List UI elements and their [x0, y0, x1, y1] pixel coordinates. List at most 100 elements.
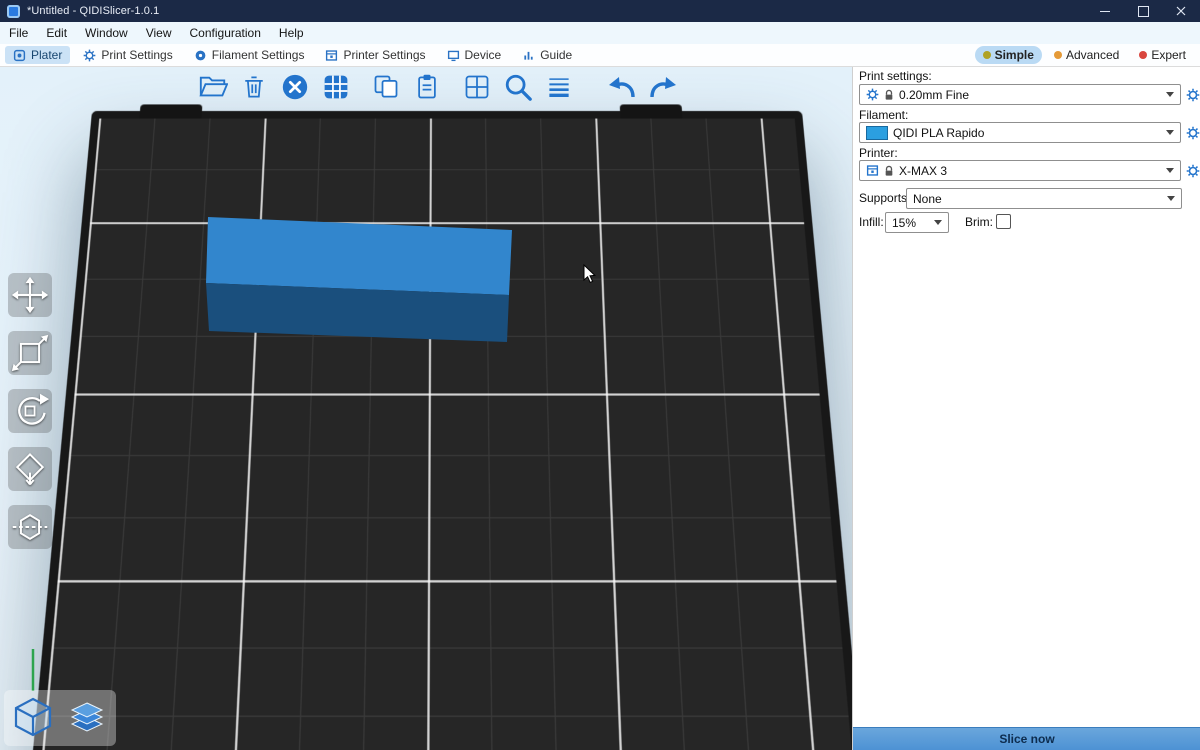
tab-guide[interactable]: Guide: [514, 46, 580, 64]
paste-button[interactable]: [410, 70, 444, 104]
paste-icon: [413, 73, 441, 101]
window-controls: [1086, 0, 1200, 22]
print-settings-label: Print settings:: [859, 69, 932, 83]
print-settings-combo[interactable]: 0.20mm Fine: [859, 84, 1181, 105]
gear-icon: [866, 88, 879, 101]
split-to-objects-button[interactable]: [460, 70, 494, 104]
tab-plater[interactable]: Plater: [5, 46, 70, 64]
folder-open-icon: [198, 72, 228, 102]
printer-value: X-MAX 3: [899, 164, 947, 178]
mode-advanced[interactable]: Advanced: [1046, 46, 1127, 64]
plater-icon: [13, 49, 26, 62]
preview-layers-button[interactable]: [63, 694, 111, 742]
dropdown-arrow-icon: [1166, 92, 1174, 97]
tab-label: Device: [465, 48, 502, 62]
gear-icon: [83, 49, 96, 62]
mode-label: Expert: [1151, 48, 1186, 62]
printer-label: Printer:: [859, 146, 898, 160]
delete-all-button[interactable]: [278, 70, 312, 104]
open-file-button[interactable]: [196, 70, 230, 104]
close-button[interactable]: [1162, 0, 1200, 22]
search-button[interactable]: [501, 70, 535, 104]
tab-printer-settings[interactable]: Printer Settings: [317, 46, 433, 64]
bed-clip: [139, 104, 202, 118]
plater-toolbar: [196, 70, 680, 104]
lock-icon: [884, 89, 894, 101]
dropdown-arrow-icon: [1167, 196, 1175, 201]
copy-button[interactable]: [369, 70, 403, 104]
cube-3d-icon: [10, 695, 56, 741]
menu-configuration[interactable]: Configuration: [181, 22, 270, 44]
search-icon: [503, 72, 533, 102]
simple-mode-dot-icon: [983, 51, 991, 59]
infill-combo[interactable]: 15%: [885, 212, 949, 233]
scale-gizmo-button[interactable]: [8, 331, 52, 375]
viewport-3d[interactable]: [0, 67, 852, 750]
menu-file[interactable]: File: [0, 22, 37, 44]
app-icon: [7, 5, 20, 18]
dropdown-arrow-icon: [934, 220, 942, 225]
gear-icon: [1186, 88, 1200, 102]
delete-button[interactable]: [237, 70, 271, 104]
supports-label: Supports:: [859, 191, 910, 205]
maximize-button[interactable]: [1124, 0, 1162, 22]
rotate-gizmo-button[interactable]: [8, 389, 52, 433]
slice-now-button[interactable]: Slice now: [853, 727, 1200, 750]
editor-view-button[interactable]: [9, 694, 57, 742]
dropdown-arrow-icon: [1166, 130, 1174, 135]
copy-icon: [372, 73, 400, 101]
printer-combo[interactable]: X-MAX 3: [859, 160, 1181, 181]
print-settings-gear-button[interactable]: [1185, 87, 1200, 102]
gear-icon: [1186, 164, 1200, 178]
maximize-icon: [1138, 6, 1149, 17]
variable-layer-height-button[interactable]: [542, 70, 576, 104]
filament-gear-button[interactable]: [1185, 125, 1200, 140]
rotate-icon: [10, 391, 50, 431]
layers-stack-icon: [64, 695, 110, 741]
guide-icon: [522, 49, 535, 62]
infill-value: 15%: [892, 216, 916, 230]
redo-button[interactable]: [646, 70, 680, 104]
close-icon: [1176, 6, 1186, 16]
menu-edit[interactable]: Edit: [37, 22, 76, 44]
cut-gizmo-button[interactable]: [8, 505, 52, 549]
undo-button[interactable]: [605, 70, 639, 104]
advanced-mode-dot-icon: [1054, 51, 1062, 59]
menu-view[interactable]: View: [137, 22, 181, 44]
filament-combo[interactable]: QIDI PLA Rapido: [859, 122, 1181, 143]
arrange-button[interactable]: [319, 70, 353, 104]
printer-gear-button[interactable]: [1185, 163, 1200, 178]
tab-print-settings[interactable]: Print Settings: [75, 46, 180, 64]
infill-label: Infill:: [859, 215, 884, 229]
mode-simple[interactable]: Simple: [975, 46, 1042, 64]
trash-icon: [240, 73, 268, 101]
print-bed[interactable]: [29, 111, 852, 750]
layer-height-icon: [545, 73, 573, 101]
brim-label: Brim:: [965, 215, 993, 229]
move-gizmo-button[interactable]: [8, 273, 52, 317]
tab-label: Guide: [540, 48, 572, 62]
menu-window[interactable]: Window: [76, 22, 137, 44]
printer-icon: [866, 164, 879, 177]
move-icon: [10, 275, 50, 315]
brim-checkbox[interactable]: [996, 214, 1011, 229]
menu-help[interactable]: Help: [270, 22, 313, 44]
minimize-icon: [1100, 11, 1110, 12]
bed-clip: [620, 104, 683, 118]
mode-label: Advanced: [1066, 48, 1119, 62]
tab-label: Printer Settings: [343, 48, 425, 62]
split-icon: [463, 73, 491, 101]
title-bar: *Untitled - QIDISlicer-1.0.1: [0, 0, 1200, 22]
lock-icon: [884, 165, 894, 177]
supports-value: None: [913, 192, 942, 206]
mode-expert[interactable]: Expert: [1131, 46, 1194, 64]
gear-icon: [1186, 126, 1200, 140]
tab-filament-settings[interactable]: Filament Settings: [186, 46, 313, 64]
tab-device[interactable]: Device: [439, 46, 510, 64]
settings-sidebar: Print settings: 0.20mm Fine Filament: QI…: [852, 67, 1200, 750]
place-on-face-gizmo-button[interactable]: [8, 447, 52, 491]
supports-combo[interactable]: None: [906, 188, 1182, 209]
minimize-button[interactable]: [1086, 0, 1124, 22]
tab-label: Plater: [31, 48, 62, 62]
dropdown-arrow-icon: [1166, 168, 1174, 173]
